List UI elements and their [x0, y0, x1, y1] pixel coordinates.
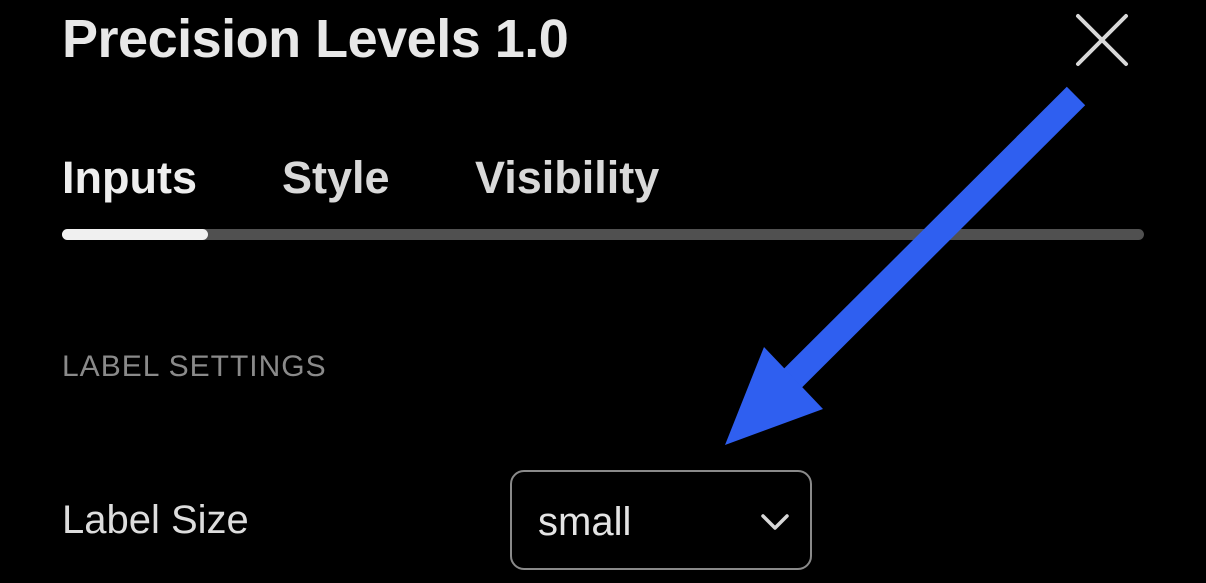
close-button[interactable] — [1070, 8, 1134, 72]
tab-style[interactable]: Style — [282, 152, 390, 204]
close-icon — [1076, 14, 1128, 66]
label-size-value: small — [538, 500, 632, 544]
chevron-down-icon — [761, 514, 789, 530]
tab-inputs[interactable]: Inputs — [62, 152, 197, 204]
tab-visibility[interactable]: Visibility — [475, 152, 659, 204]
section-header-label-settings: LABEL SETTINGS — [62, 350, 327, 383]
dialog-title: Precision Levels 1.0 — [62, 9, 569, 69]
tab-track — [62, 229, 1144, 240]
tab-active-indicator — [62, 229, 208, 240]
label-size-select[interactable]: small — [510, 470, 812, 570]
label-size-label: Label Size — [62, 498, 249, 542]
